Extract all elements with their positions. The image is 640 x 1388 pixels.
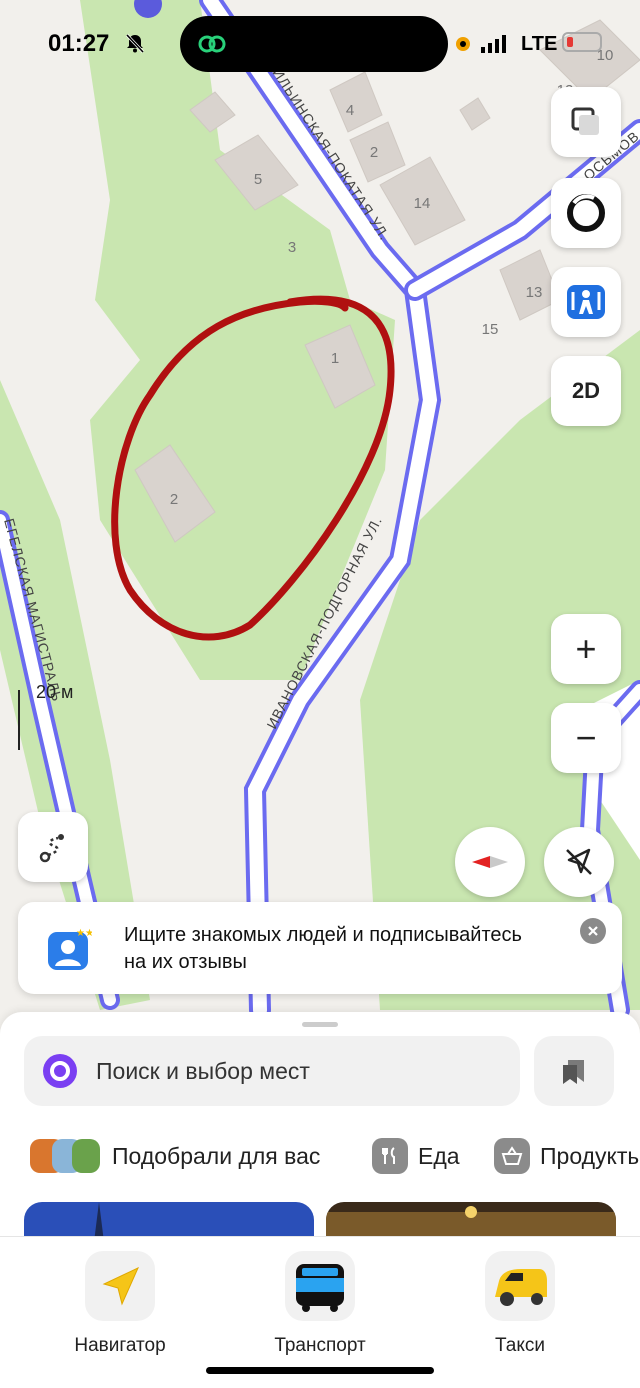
alice-ring-icon [567, 194, 605, 232]
my-location-button[interactable] [544, 827, 614, 897]
sheet-handle[interactable] [302, 1022, 338, 1027]
house-number: 5 [254, 171, 262, 188]
promo-text: Ищите знакомых людей и подписывайтесь на… [124, 924, 522, 973]
view-mode-label: 2D [571, 378, 601, 403]
bookmarks-icon [563, 1060, 584, 1084]
compass-icon [472, 856, 508, 868]
house-number: 2 [170, 491, 178, 508]
house-number: 13 [526, 284, 543, 301]
category-chips: Подобрали для вас Еда Продукты [0, 1132, 640, 1180]
scale-label: 20 м [36, 682, 74, 702]
zoom-out-button[interactable]: − [551, 703, 621, 773]
network-type: LTE [521, 33, 558, 55]
chip-label: Подобрали для вас [112, 1142, 321, 1169]
home-indicator[interactable] [206, 1367, 434, 1374]
chip-label: Продукты [540, 1142, 640, 1169]
status-time: 01:27 [48, 30, 110, 57]
alice-assistant-button[interactable] [551, 178, 621, 248]
navigator-arrow-icon [85, 1251, 155, 1321]
taxi-car-icon [485, 1251, 555, 1321]
view-mode-button[interactable]: 2D [551, 356, 621, 426]
promo-banner[interactable]: ★★★ Ищите знакомых людей и подписывайтес… [18, 902, 622, 994]
chip-label: Еда [418, 1142, 460, 1169]
tab-label: Навигатор [74, 1335, 166, 1356]
link-app-icon [198, 35, 226, 53]
layers-icon [571, 107, 599, 135]
minus-icon: − [575, 717, 597, 758]
plus-icon: + [575, 628, 597, 669]
battery-icon [562, 32, 602, 52]
close-icon [588, 926, 598, 936]
tab-taxi[interactable]: Такси [430, 1251, 610, 1357]
house-number: 14 [414, 195, 431, 212]
bottom-tab-bar: Навигатор Транспорт Такси [0, 1236, 640, 1388]
dynamic-island [180, 16, 448, 72]
house-number: 1 [331, 350, 339, 367]
person-card-icon: ★★★ [48, 928, 92, 970]
chip-groceries[interactable]: Продукты [494, 1132, 640, 1180]
scale-bar [18, 690, 20, 750]
bookmarks-button[interactable] [534, 1036, 614, 1106]
tab-navigator[interactable]: Навигатор [30, 1251, 210, 1357]
zoom-in-button[interactable]: + [551, 614, 621, 684]
bell-muted-icon [125, 33, 145, 54]
route-button[interactable] [18, 812, 88, 882]
tab-label: Транспорт [274, 1335, 366, 1356]
house-number: 15 [482, 321, 499, 338]
panorama-button[interactable] [551, 267, 621, 337]
tab-label: Такси [495, 1335, 545, 1356]
recommended-collage-icon [30, 1139, 100, 1173]
layers-button[interactable] [551, 87, 621, 157]
compass-button[interactable] [455, 827, 525, 897]
chip-food[interactable]: Еда [372, 1132, 460, 1180]
status-bar: 01:27 LTE [0, 0, 640, 88]
alice-icon [43, 1054, 77, 1088]
tab-transport[interactable]: Транспорт [230, 1251, 410, 1357]
location-arrow-off-icon [566, 848, 592, 875]
house-number: 3 [288, 239, 296, 256]
chip-recommended[interactable]: Подобрали для вас [28, 1132, 320, 1180]
search-input[interactable]: Поиск и выбор мест [24, 1036, 520, 1106]
signal-icon [456, 35, 506, 53]
promo-close-button[interactable] [580, 918, 606, 944]
basket-icon [494, 1138, 530, 1174]
route-icon [39, 834, 64, 863]
house-number: 4 [346, 102, 354, 119]
svg-text:★★★: ★★★ [76, 928, 92, 939]
fork-knife-icon [372, 1138, 408, 1174]
house-number: 2 [370, 144, 378, 161]
search-placeholder: Поиск и выбор мест [96, 1058, 310, 1084]
panorama-person-icon [567, 285, 605, 319]
bus-icon [285, 1251, 355, 1321]
